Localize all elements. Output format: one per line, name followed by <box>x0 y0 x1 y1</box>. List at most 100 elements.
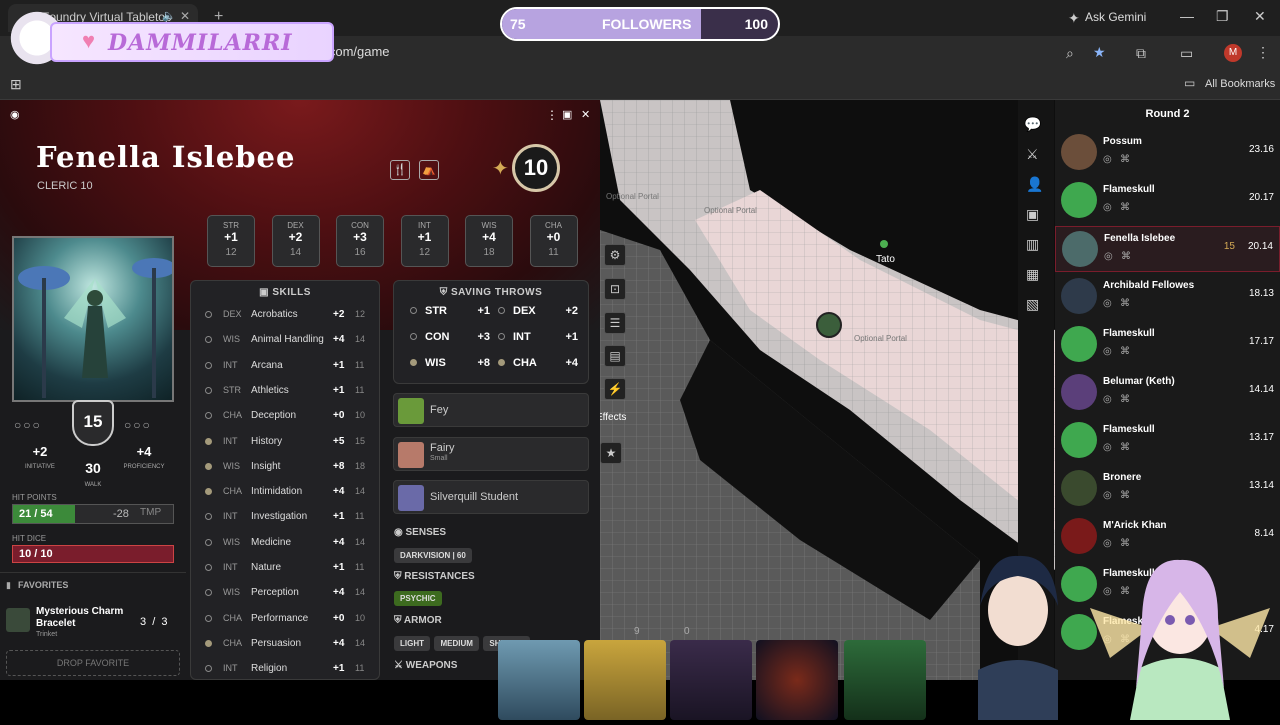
combatant-controls[interactable]: ◎ ⌘ <box>1103 490 1130 501</box>
sheet-menu-icon[interactable]: ⋮ <box>546 108 558 122</box>
combatant-controls[interactable]: ◎ ⌘ <box>1103 154 1130 165</box>
proficiency-dot[interactable] <box>205 437 212 445</box>
skill-row[interactable]: CHA Performance +0 10 <box>197 609 373 629</box>
skill-row[interactable]: WIS Perception +4 14 <box>197 583 373 603</box>
party-token-cluster[interactable] <box>816 312 842 338</box>
browser-menu-icon[interactable]: ⋮ <box>1256 44 1270 61</box>
skill-row[interactable]: INT Religion +1 11 <box>197 659 373 679</box>
close-window-icon[interactable]: ✕ <box>1254 8 1266 25</box>
saving-throw-row[interactable]: DEX +2 <box>498 305 578 317</box>
combatant-row[interactable]: Belumar (Keth) ◎ ⌘ 14.14 <box>1055 370 1280 416</box>
proficiency-dot[interactable] <box>205 336 212 344</box>
ability-int[interactable]: INT +1 12 <box>400 215 449 267</box>
death-saves-failure[interactable]: ○○○ <box>124 418 152 432</box>
apps-grid-icon[interactable]: ⊞ <box>10 76 22 93</box>
gemini-icon[interactable]: ✦ <box>1068 10 1080 27</box>
saving-throw-row[interactable]: WIS +8 <box>410 357 490 369</box>
skill-row[interactable]: INT History +5 15 <box>197 432 373 452</box>
all-bookmarks-link[interactable]: All Bookmarks <box>1205 78 1275 90</box>
feature-card[interactable]: Fairy Small <box>393 436 589 471</box>
feature-card[interactable]: Fey <box>393 393 589 427</box>
chat-icon[interactable]: 💬 <box>1024 116 1041 133</box>
cast-icon[interactable]: ▭ <box>1180 45 1193 62</box>
scene-control-lock-icon[interactable]: ⊡ <box>604 278 626 300</box>
sheet-close-icon[interactable]: ✕ <box>581 108 590 121</box>
saving-throw-row[interactable]: CON +3 <box>410 331 490 343</box>
proficiency-dot[interactable] <box>205 614 212 622</box>
combatant-row[interactable]: Possum ◎ ⌘ 23.16 <box>1055 130 1280 176</box>
proficiency-dot[interactable] <box>498 359 505 366</box>
saving-throw-row[interactable]: CHA +4 <box>498 357 578 369</box>
proficiency-dot[interactable] <box>205 589 212 597</box>
combatant-row[interactable]: Flameskull ◎ ⌘ 17.17 <box>1055 322 1280 368</box>
cards-icon[interactable]: ▧ <box>1026 296 1039 313</box>
skill-row[interactable]: WIS Animal Handling +4 14 <box>197 330 373 350</box>
journal-icon[interactable]: ▥ <box>1026 236 1039 253</box>
combat-icon[interactable]: ⚔ <box>1026 146 1039 163</box>
proficiency-dot[interactable] <box>205 462 212 470</box>
rest-long-icon[interactable]: ⛺ <box>419 160 439 180</box>
scene-control-gear-icon[interactable]: ⚙ <box>604 244 626 266</box>
temp-hp-field[interactable]: TMP <box>140 507 161 518</box>
skill-row[interactable]: CHA Persuasion +4 14 <box>197 634 373 654</box>
map-token-marker[interactable] <box>880 240 888 248</box>
proficiency-dot[interactable] <box>205 513 212 521</box>
skill-row[interactable]: DEX Acrobatics +2 12 <box>197 305 373 325</box>
combatant-row[interactable]: Flameskull ◎ ⌘ 20.17 <box>1055 178 1280 224</box>
combatant-initiative[interactable]: 20.14 <box>1248 241 1273 252</box>
combatant-controls[interactable]: ◎ ⌘ <box>1104 251 1131 262</box>
ability-dex[interactable]: DEX +2 14 <box>271 215 320 267</box>
skill-row[interactable]: CHA Intimidation +4 14 <box>197 482 373 502</box>
proficiency-dot[interactable] <box>205 412 212 420</box>
skill-row[interactable]: INT Investigation +1 11 <box>197 507 373 527</box>
saving-throw-row[interactable]: INT +1 <box>498 331 578 343</box>
tables-icon[interactable]: ▦ <box>1026 266 1039 283</box>
favorite-item-uses[interactable]: 3 / 3 <box>140 616 168 628</box>
url-field[interactable]: g.com/game <box>318 44 918 62</box>
maximize-icon[interactable]: ❐ <box>1216 8 1229 25</box>
ability-cha[interactable]: CHA +0 11 <box>529 215 578 267</box>
hit-dice-bar[interactable]: 10 / 10 <box>12 545 174 563</box>
proficiency-dot[interactable] <box>498 333 505 340</box>
combatant-row[interactable]: Flameskull ◎ ⌘ 13.17 <box>1055 418 1280 464</box>
tab-close-icon[interactable]: ✕ <box>180 9 190 23</box>
drop-favorite-zone[interactable]: DROP FAVORITE <box>6 650 180 676</box>
proficiency-dot[interactable] <box>498 307 505 314</box>
profile-avatar[interactable]: M <box>1224 44 1242 62</box>
skill-row[interactable]: WIS Insight +8 18 <box>197 457 373 477</box>
proficiency-dot[interactable] <box>410 307 417 314</box>
proficiency-dot[interactable] <box>205 538 212 546</box>
skill-row[interactable]: STR Athletics +1 11 <box>197 381 373 401</box>
proficiency-dot[interactable] <box>410 359 417 366</box>
minimize-icon[interactable]: — <box>1180 8 1194 24</box>
proficiency-dot[interactable] <box>205 311 212 318</box>
combatant-initiative[interactable]: 18.13 <box>1249 288 1274 299</box>
combatant-controls[interactable]: ◎ ⌘ <box>1103 442 1130 453</box>
combatant-initiative[interactable]: 13.14 <box>1249 480 1274 491</box>
bookmark-star-icon[interactable]: ★ <box>1093 44 1106 61</box>
character-portrait[interactable] <box>12 236 174 402</box>
feature-card[interactable]: Silverquill Student <box>393 480 589 514</box>
items-icon[interactable]: ▣ <box>1026 206 1039 223</box>
skill-row[interactable]: INT Arcana +1 11 <box>197 356 373 376</box>
proficiency-dot[interactable] <box>205 386 212 394</box>
initiative-value[interactable]: +2 <box>20 444 60 459</box>
combatant-controls[interactable]: ◎ ⌘ <box>1103 202 1130 213</box>
proficiency-dot[interactable] <box>205 564 212 571</box>
combatant-controls[interactable]: ◎ ⌘ <box>1103 394 1130 405</box>
combatant-initiative[interactable]: 13.17 <box>1249 432 1274 443</box>
favorite-item-name[interactable]: Mysterious Charm Bracelet <box>36 606 136 630</box>
ability-con[interactable]: CON +3 16 <box>336 215 384 267</box>
character-name[interactable]: Fenella Islebee <box>36 140 295 174</box>
proficiency-dot[interactable] <box>205 639 212 647</box>
scene-control-effects-icon[interactable]: ⚡ <box>604 378 626 400</box>
proficiency-dot[interactable] <box>205 361 212 369</box>
proficiency-dot[interactable] <box>205 488 212 496</box>
combatant-initiative[interactable]: 14.14 <box>1249 384 1274 395</box>
saving-throw-row[interactable]: STR +1 <box>410 305 490 317</box>
proficiency-dot[interactable] <box>410 333 417 340</box>
skill-row[interactable]: WIS Medicine +4 14 <box>197 533 373 553</box>
rest-short-icon[interactable]: 🍴 <box>390 160 410 180</box>
skill-row[interactable]: INT Nature +1 11 <box>197 558 373 578</box>
combatant-controls[interactable]: ◎ ⌘ <box>1103 298 1130 309</box>
